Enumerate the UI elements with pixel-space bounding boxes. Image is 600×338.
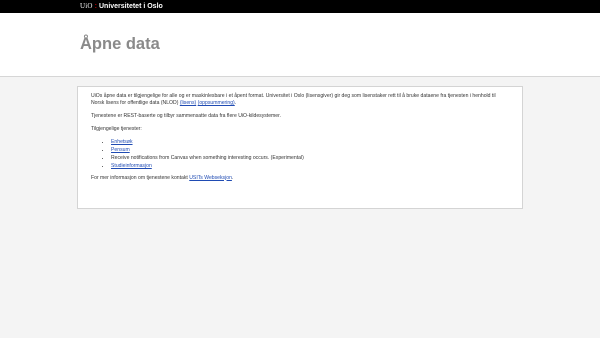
list-item: Enhetsøk bbox=[111, 139, 510, 146]
summary-link[interactable]: (oppsummering) bbox=[198, 100, 235, 106]
service-canvas-notifications: Receive notifications from Canvas when s… bbox=[111, 155, 304, 161]
intro-paragraph: UiOs åpne data er tilgjengelige for alle… bbox=[91, 93, 510, 107]
top-bar: UiO: Universitetet i Oslo bbox=[0, 0, 600, 13]
contact-end: . bbox=[231, 174, 234, 181]
page-header: Åpne data bbox=[0, 13, 600, 77]
logo-separator: : bbox=[94, 3, 97, 10]
available-services-label: Tilgjengelige tjenester: bbox=[91, 126, 142, 132]
page-title: Åpne data bbox=[80, 35, 160, 53]
contact-paragraph: For mer informasjon om tjenestene kontak… bbox=[91, 175, 510, 182]
service-link-pensum[interactable]: Pensum bbox=[111, 147, 130, 153]
license-link[interactable]: (lisens) bbox=[180, 100, 196, 106]
services-list: Enhetsøk Pensum Receive notifications fr… bbox=[91, 139, 510, 170]
contact-text: For mer informasjon om tjenestene kontak… bbox=[91, 174, 190, 181]
list-item: Pensum bbox=[111, 147, 510, 154]
list-item: Studieinformasjon bbox=[111, 163, 510, 170]
institution-name[interactable]: Universitetet i Oslo bbox=[99, 3, 163, 10]
intro-text: UiOs åpne data er tilgjengelige for alle… bbox=[91, 93, 496, 106]
service-link-enhetsok[interactable]: Enhetsøk bbox=[111, 139, 133, 145]
service-link-studieinformasjon[interactable]: Studieinformasjon bbox=[111, 163, 152, 169]
contact-link[interactable]: USITs Webseksjon bbox=[189, 175, 232, 181]
uio-logo[interactable]: UiO bbox=[80, 2, 93, 10]
list-item: Receive notifications from Canvas when s… bbox=[111, 155, 510, 162]
services-description: Tjenestene er REST-baserte og tilbyr sam… bbox=[91, 113, 281, 119]
content-box: UiOs åpne data er tilgjengelige for alle… bbox=[77, 86, 523, 209]
intro-end: . bbox=[234, 100, 237, 106]
